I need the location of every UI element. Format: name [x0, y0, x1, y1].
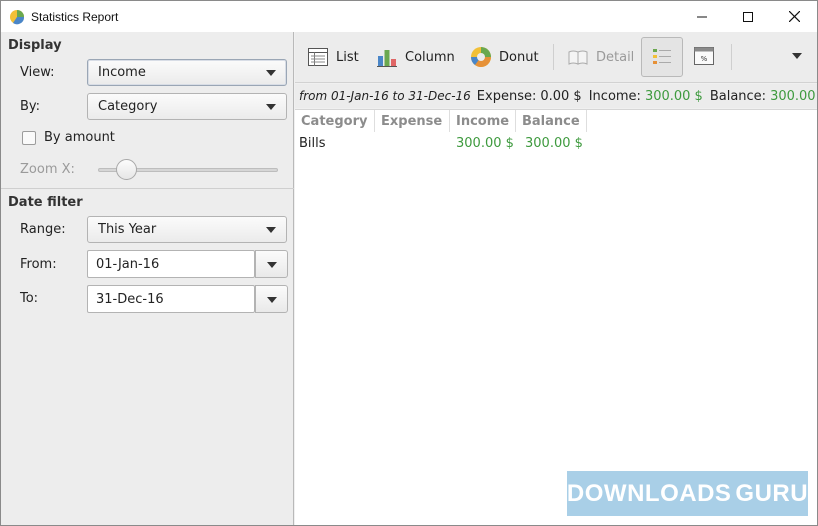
- donut-chart-label: Donut: [499, 49, 539, 65]
- report-toolbar: List Column Donut Detail %: [295, 32, 817, 83]
- svg-text:%: %: [701, 55, 708, 63]
- to-date-field[interactable]: 31-Dec-16: [87, 285, 255, 313]
- donut-chart-icon: [471, 47, 491, 67]
- detail-button[interactable]: Detail: [567, 40, 634, 74]
- chevron-down-icon: [267, 297, 277, 303]
- chevron-down-icon: [267, 262, 277, 268]
- column-header-income[interactable]: Income: [450, 110, 516, 132]
- minimize-icon: [697, 16, 707, 17]
- chevron-down-icon: [266, 104, 276, 110]
- list-icon: [308, 48, 328, 66]
- app-pie-icon: [10, 9, 25, 24]
- by-label: By:: [20, 99, 41, 114]
- expense-label: Expense:: [476, 88, 537, 104]
- zoom-x-label: Zoom X:: [20, 162, 75, 177]
- title-bar: Statistics Report: [1, 1, 817, 32]
- income-label: Income:: [588, 88, 641, 104]
- options-panel: Display View: Income By: Category By amo…: [1, 32, 294, 525]
- watermark-logo: DOWNLOADS GURU: [567, 471, 808, 516]
- from-label: From:: [20, 257, 57, 272]
- expense-total: 0.00 $: [540, 88, 582, 104]
- by-amount-checkbox[interactable]: [22, 131, 36, 145]
- rate-view-button[interactable]: %: [691, 43, 717, 69]
- chevron-down-icon: [266, 227, 276, 233]
- summary-bar: from 01-Jan-16 to 31-Dec-16 Expense: 0.0…: [295, 84, 817, 108]
- toolbar-separator: [731, 44, 732, 70]
- toolbar-overflow-arrow-icon[interactable]: [792, 53, 802, 59]
- table-header: Category Expense Income Balance: [295, 110, 587, 132]
- detail-label: Detail: [596, 49, 635, 65]
- date-filter-section-title: Date filter: [8, 195, 83, 210]
- range-dropdown-value: This Year: [98, 222, 157, 237]
- column-chart-button[interactable]: Column: [376, 40, 455, 74]
- chevron-down-icon: [266, 70, 276, 76]
- close-icon: [788, 11, 800, 22]
- by-dropdown-value: Category: [98, 99, 158, 114]
- from-date-value: 01-Jan-16: [96, 256, 160, 272]
- column-header-balance[interactable]: Balance: [516, 110, 587, 132]
- column-chart-label: Column: [405, 49, 455, 65]
- column-header-expense[interactable]: Expense: [375, 110, 450, 132]
- view-dropdown-value: Income: [98, 65, 146, 80]
- maximize-icon: [743, 11, 753, 22]
- balance-total: 300.00 $: [770, 88, 817, 104]
- open-book-icon: [568, 50, 588, 65]
- expense-cell: [375, 133, 450, 153]
- to-date-value: 31-Dec-16: [96, 291, 164, 307]
- date-range-text: from 01-Jan-16 to 31-Dec-16: [299, 89, 471, 103]
- by-dropdown[interactable]: Category: [87, 93, 287, 120]
- to-label: To:: [20, 291, 39, 306]
- legend-list-icon: [653, 49, 671, 64]
- table-row[interactable]: Bills 300.00 $ 300.00 $: [295, 133, 592, 153]
- from-date-field[interactable]: 01-Jan-16: [87, 250, 255, 278]
- report-panel: List Column Donut Detail % from 01-Jan-1…: [295, 32, 817, 525]
- section-divider: [1, 188, 294, 189]
- column-chart-icon: [377, 50, 397, 67]
- from-date-picker-button[interactable]: [255, 250, 288, 278]
- list-view-label: List: [336, 49, 359, 65]
- statistics-table: Category Expense Income Balance Bills 30…: [295, 109, 817, 525]
- income-cell: 300.00 $: [456, 135, 514, 151]
- toolbar-separator: [553, 44, 554, 70]
- window-title: Statistics Report: [31, 9, 119, 24]
- display-section-title: Display: [8, 38, 62, 53]
- column-header-category[interactable]: Category: [295, 110, 375, 132]
- watermark-suffix: GURU: [735, 479, 809, 507]
- balance-label: Balance:: [709, 88, 767, 104]
- balance-cell: 300.00 $: [525, 135, 583, 151]
- category-cell: Bills: [299, 135, 326, 151]
- percent-window-icon: %: [694, 47, 714, 65]
- to-date-picker-button[interactable]: [255, 285, 288, 313]
- by-amount-label[interactable]: By amount: [44, 130, 115, 145]
- legend-toggle-button[interactable]: [641, 37, 683, 77]
- view-label: View:: [20, 65, 55, 80]
- maximize-button[interactable]: [725, 1, 771, 32]
- minimize-button[interactable]: [679, 1, 725, 32]
- income-total: 300.00 $: [644, 88, 703, 104]
- donut-chart-button[interactable]: Donut: [470, 40, 539, 74]
- zoom-x-slider-handle[interactable]: [116, 159, 137, 180]
- range-dropdown[interactable]: This Year: [87, 216, 287, 243]
- view-dropdown[interactable]: Income: [87, 59, 287, 86]
- watermark-text: DOWNLOADS: [566, 479, 732, 507]
- range-label: Range:: [20, 222, 66, 237]
- list-view-button[interactable]: List: [307, 40, 359, 74]
- statistics-report-window: Statistics Report Display View: Income B…: [0, 0, 818, 526]
- close-button[interactable]: [771, 1, 817, 32]
